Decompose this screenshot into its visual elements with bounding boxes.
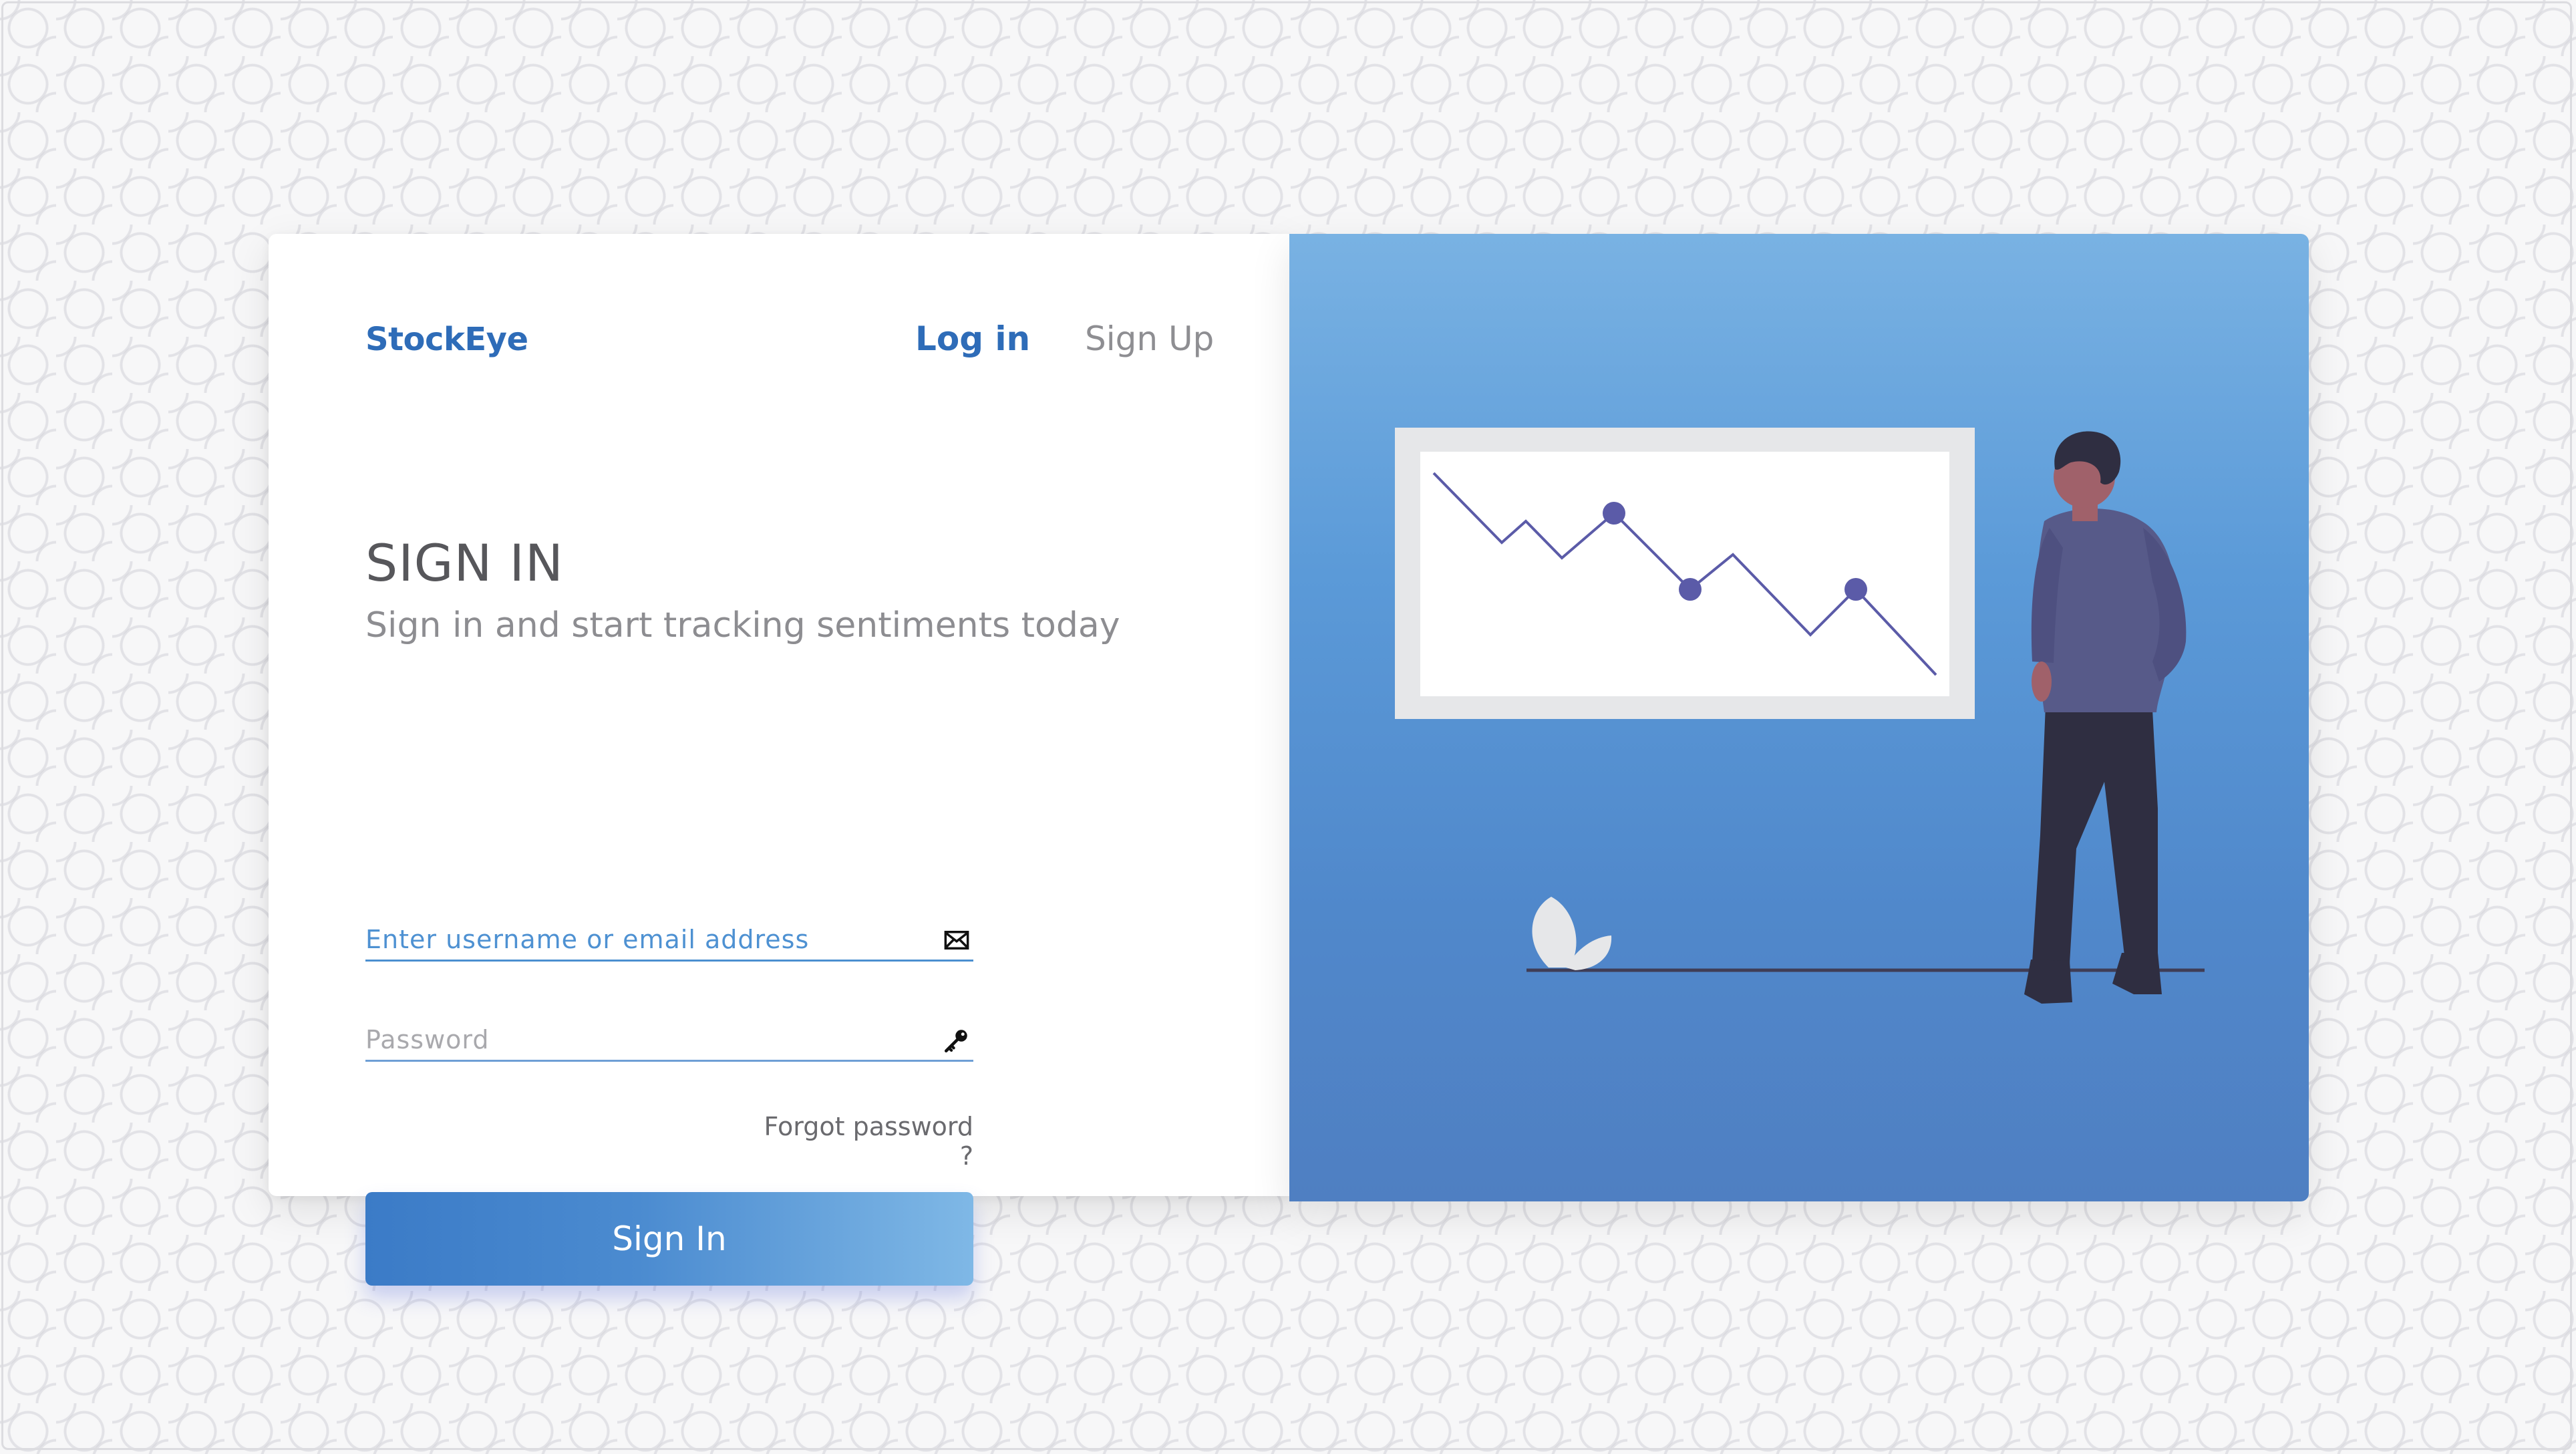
signin-button[interactable]: Sign In xyxy=(365,1192,973,1286)
page-subtitle: Sign in and start tracking sentiments to… xyxy=(365,605,1120,645)
page-title: SIGN IN xyxy=(365,533,564,593)
person-chart-illustration xyxy=(1395,428,2205,1004)
password-field xyxy=(365,1013,973,1062)
brand-logo[interactable]: StockEye xyxy=(365,321,528,358)
signin-card: StockEye Log in Sign Up SIGN IN Sign in … xyxy=(269,234,1289,1286)
password-input[interactable] xyxy=(365,1021,913,1058)
chart-point xyxy=(1603,502,1625,525)
envelope-icon xyxy=(944,931,969,950)
illustration-panel xyxy=(1289,234,2309,1201)
username-field xyxy=(365,913,973,962)
chart-point xyxy=(1844,578,1867,601)
nav-signup-link[interactable]: Sign Up xyxy=(1085,319,1214,358)
plant-icon xyxy=(1532,897,1612,970)
chart-point xyxy=(1679,578,1702,601)
nav-login-link[interactable]: Log in xyxy=(915,319,1030,358)
key-icon xyxy=(944,1030,967,1053)
person-figure xyxy=(2024,431,2187,1004)
chart-board-screen xyxy=(1420,452,1949,696)
username-input[interactable] xyxy=(365,921,913,958)
forgot-password-link[interactable]: Forgot password ? xyxy=(750,1112,973,1171)
